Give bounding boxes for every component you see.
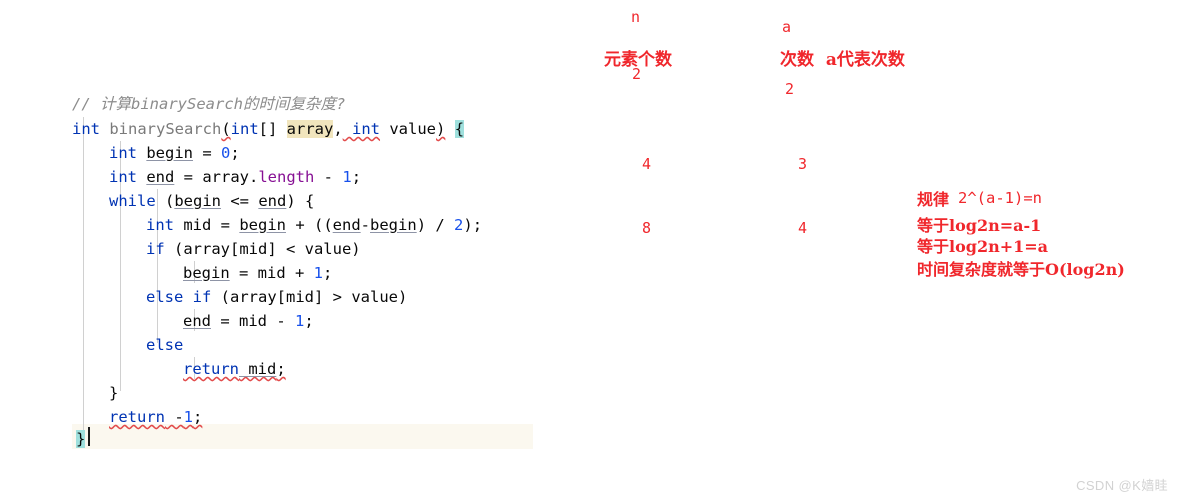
code-line-while[interactable]: while (begin <= end) { [109,189,314,213]
code-token-keyword: int [109,168,137,186]
code-token-operator: - [360,216,371,234]
code-token-paren-brace: ) { [286,192,315,210]
code-token-brace-close: } [109,384,119,402]
code-token-semicolon: ; [323,264,333,282]
code-token-field-length: length [258,168,315,186]
code-line-mid-decl[interactable]: int mid = begin + ((end-begin) / 2); [146,213,482,237]
csdn-watermark: CSDN @K嫱眭 [1076,478,1168,493]
code-token-brace-close: } [76,430,86,448]
code-token-semicolon: ); [463,216,483,234]
code-editor-pane[interactable]: // 计算binarySearch的时间复杂度? int binarySearc… [0,0,560,502]
annotation-a-value-3: 4 [798,219,808,237]
code-token-var-begin: begin [239,216,286,234]
annotation-formula-expression: 2^(a-1)=n [958,189,1042,207]
annotation-n-symbol: n [631,8,641,26]
code-token-assign: = mid + [229,264,314,282]
code-token-assign: = [193,144,222,162]
code-line-else[interactable]: else [146,333,183,357]
code-token-number: 0 [221,144,231,162]
code-token-var-begin: begin [183,264,230,282]
code-token-paren: ( [155,192,175,210]
code-token-semicolon: ; [304,312,314,330]
annotation-n-value-3: 8 [642,219,652,237]
code-token-brace-open: { [454,120,465,138]
code-token-operator: ) / [416,216,455,234]
code-line-signature[interactable]: int binarySearch(int[] array, int value)… [72,117,465,141]
code-token-var-begin: begin [174,192,222,210]
code-line-begin-assign[interactable]: begin = mid + 1; [183,261,332,285]
code-token-semicolon: ; [230,144,240,162]
code-token-keyword: int [230,120,259,138]
annotation-a-label: 次数 a代表次数 [780,50,905,70]
code-token-keyword: int [146,216,174,234]
code-line-end-assign[interactable]: end = mid - 1; [183,309,314,333]
code-line-return-minus-one[interactable]: return -1; [109,405,202,429]
annotation-a-value-2: 3 [798,155,808,173]
annotation-a-symbol: a [782,18,792,36]
code-token-var-end: end [258,192,287,210]
code-token-method-name: binarySearch [100,120,222,138]
code-token-keyword: int [342,120,381,138]
code-token-keyword: while [109,192,156,210]
indent-guide [83,117,84,439]
code-token-var-end: end [332,216,361,234]
code-token-semicolon: ; [276,360,286,378]
code-line-begin-decl[interactable]: int begin = 0; [109,141,240,165]
code-token-paren-close: ) [436,120,446,138]
code-token-number: 1 [183,408,194,426]
code-token-brackets: [] [258,120,287,138]
code-token-keyword: return [183,360,239,378]
code-token-assign: = mid - [211,312,295,330]
code-token-number: 1 [313,264,324,282]
code-token-value-param: value [380,120,437,138]
code-token-condition: (array[mid] > value) [211,288,408,306]
code-token-var-end: end [183,312,211,330]
code-token-operator: - [165,408,184,426]
code-line-else-if[interactable]: else if (array[mid] > value) [146,285,407,309]
code-line-close-method[interactable]: } [76,427,86,451]
annotation-n-value-2: 4 [642,155,652,173]
code-token-comma: , [333,120,343,138]
annotation-formula-line-3: 等于log2n+1=a [917,237,1049,256]
code-token-array-param: array [286,120,334,138]
code-token-var-mid: mid [239,360,277,378]
code-token-condition: (array[mid] < value) [164,240,361,258]
annotation-formula-title: 规律 [917,190,950,209]
code-token-keyword: int [72,120,100,138]
code-token-var-begin: begin [146,144,194,162]
annotation-formula-line-4: 时间复杂度就等于O(log2n) [917,260,1125,279]
code-token-keyword: if [146,240,165,258]
code-line-close-while[interactable]: } [109,381,118,405]
code-token-paren: ( [221,120,231,138]
code-line-return-mid[interactable]: return mid; [183,357,286,381]
code-token-operator: - [314,168,343,186]
code-line-if[interactable]: if (array[mid] < value) [146,237,361,261]
code-comment-line: // 计算binarySearch的时间复杂度? [72,95,346,113]
code-token-var-begin: begin [370,216,417,234]
annotation-a-value-1: 2 [785,80,795,98]
code-token-keyword: else [146,336,184,354]
code-token-keyword: if [192,288,212,306]
code-token-operator: + (( [286,216,333,234]
code-token-number: 1 [342,168,352,186]
code-token-semicolon: ; [193,408,203,426]
code-token-assign: mid = [174,216,240,234]
text-caret [88,427,90,446]
annotation-n-value-1: 2 [632,65,642,83]
code-token-keyword: int [109,144,137,162]
code-token-number: 2 [454,216,464,234]
code-token-semicolon: ; [351,168,362,186]
code-line-end-decl[interactable]: int end = array.length - 1; [109,165,361,189]
code-token-assign: = array. [174,168,259,186]
code-token-var-end: end [146,168,175,186]
code-token-operator: <= [221,192,259,210]
code-token-number: 1 [295,312,305,330]
screenshot-root: // 计算binarySearch的时间复杂度? int binarySearc… [0,0,1184,502]
code-token-keyword: return [109,408,165,426]
code-token-keyword: else [146,288,184,306]
